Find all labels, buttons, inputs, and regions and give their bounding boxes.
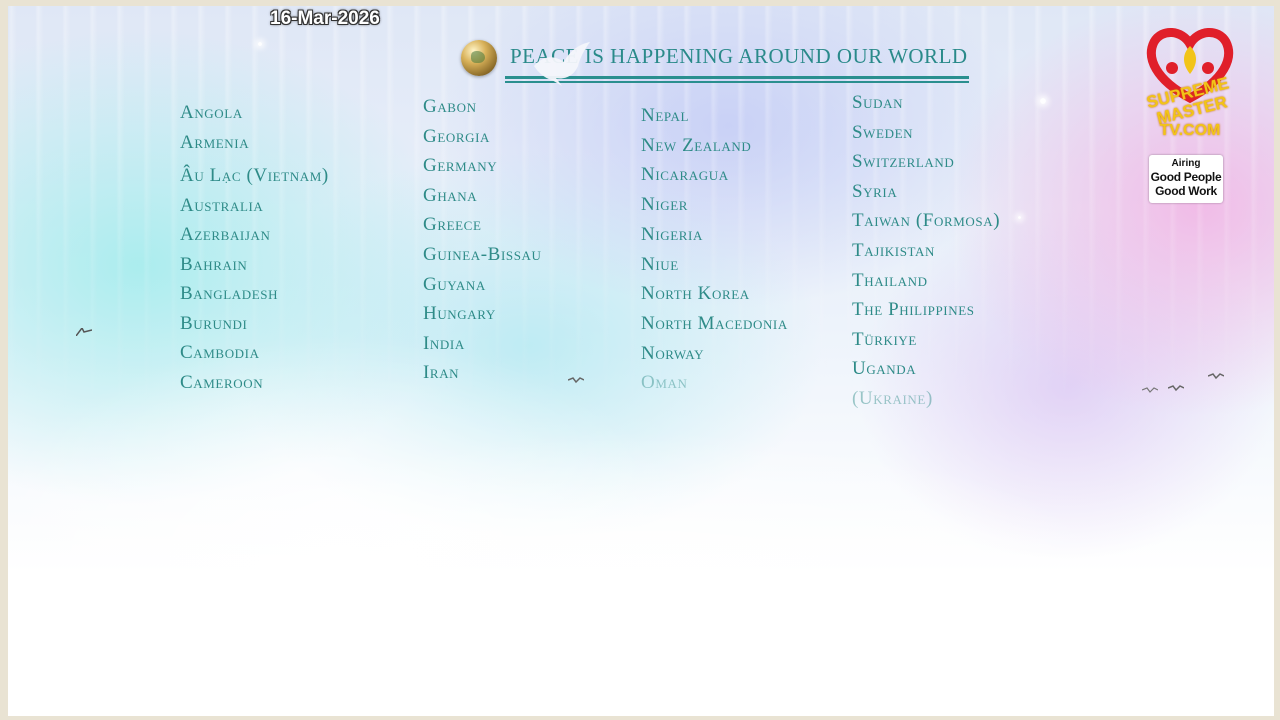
country-name: Nigeria: [641, 224, 703, 245]
bird-icon: [1168, 385, 1184, 392]
bird-icon: [1208, 373, 1224, 380]
country-name: Syria: [852, 181, 898, 202]
country-name: Australia: [180, 195, 264, 216]
sparkle: [258, 42, 262, 46]
airing-show-line-1: Good People: [1150, 170, 1222, 184]
country-name: Nepal: [641, 105, 690, 126]
country-name: New Zealand: [641, 135, 752, 156]
country-name: Norway: [641, 343, 705, 364]
country-name: Bahrain: [180, 254, 248, 275]
country-name: Oman: [641, 372, 688, 393]
country-name: Âu Lạc (Vietnam): [180, 165, 329, 186]
country-name: Thailand: [852, 270, 928, 291]
country-name: Germany: [423, 155, 498, 176]
country-name: (Ukraine): [852, 388, 933, 409]
dove-icon: [534, 42, 590, 86]
country-name: Taiwan (Formosa): [852, 210, 1001, 231]
country-name: Gabon: [423, 96, 477, 117]
country-name: Niger: [641, 194, 689, 215]
country-name: India: [423, 333, 465, 354]
country-name: Bangladesh: [180, 283, 279, 304]
country-name: Sudan: [852, 92, 904, 113]
country-name: Cameroon: [180, 372, 264, 393]
country-name: Iran: [423, 362, 460, 383]
airing-show-line-2: Good Work: [1155, 184, 1217, 198]
country-name: Ghana: [423, 185, 478, 206]
country-name: The Philippines: [852, 299, 975, 320]
country-name: Niue: [641, 254, 679, 275]
country-name: Nicaragua: [641, 164, 729, 185]
country-name: Cambodia: [180, 342, 260, 363]
country-name: Georgia: [423, 126, 491, 147]
country-name: Greece: [423, 214, 482, 235]
video-frame: 16-Mar-2026 PEACE IS HAPPENING AROUND OU…: [8, 6, 1274, 716]
sparkle: [1040, 98, 1046, 104]
bird-icon: [76, 328, 92, 336]
country-name: Angola: [180, 102, 243, 123]
country-name: Sweden: [852, 122, 914, 143]
country-name: Switzerland: [852, 151, 955, 172]
country-name: Armenia: [180, 132, 250, 153]
country-name: Guyana: [423, 274, 486, 295]
sparkle: [1018, 216, 1021, 219]
airing-label: Airing: [1171, 158, 1201, 169]
logo-domain: TV.COM: [1159, 122, 1221, 139]
country-name: North Macedonia: [641, 313, 788, 334]
airing-badge: Airing Good People Good Work: [1149, 155, 1223, 203]
country-name: Türkiye: [852, 329, 917, 350]
country-name: Uganda: [852, 358, 917, 379]
bird-icon: [1142, 387, 1158, 393]
country-name: North Korea: [641, 283, 750, 304]
country-name: Hungary: [423, 303, 496, 324]
country-name: Guinea-Bissau: [423, 244, 542, 265]
broadcast-date: 16-Mar-2026: [270, 8, 380, 29]
country-name: Azerbaijan: [180, 224, 271, 245]
country-name: Burundi: [180, 313, 248, 334]
supreme-master-tv-logo: SUPREME MASTER TV.COM: [1116, 24, 1264, 154]
bird-icon: [568, 377, 584, 384]
globe-icon: [461, 40, 497, 76]
country-name: Tajikistan: [852, 240, 936, 261]
